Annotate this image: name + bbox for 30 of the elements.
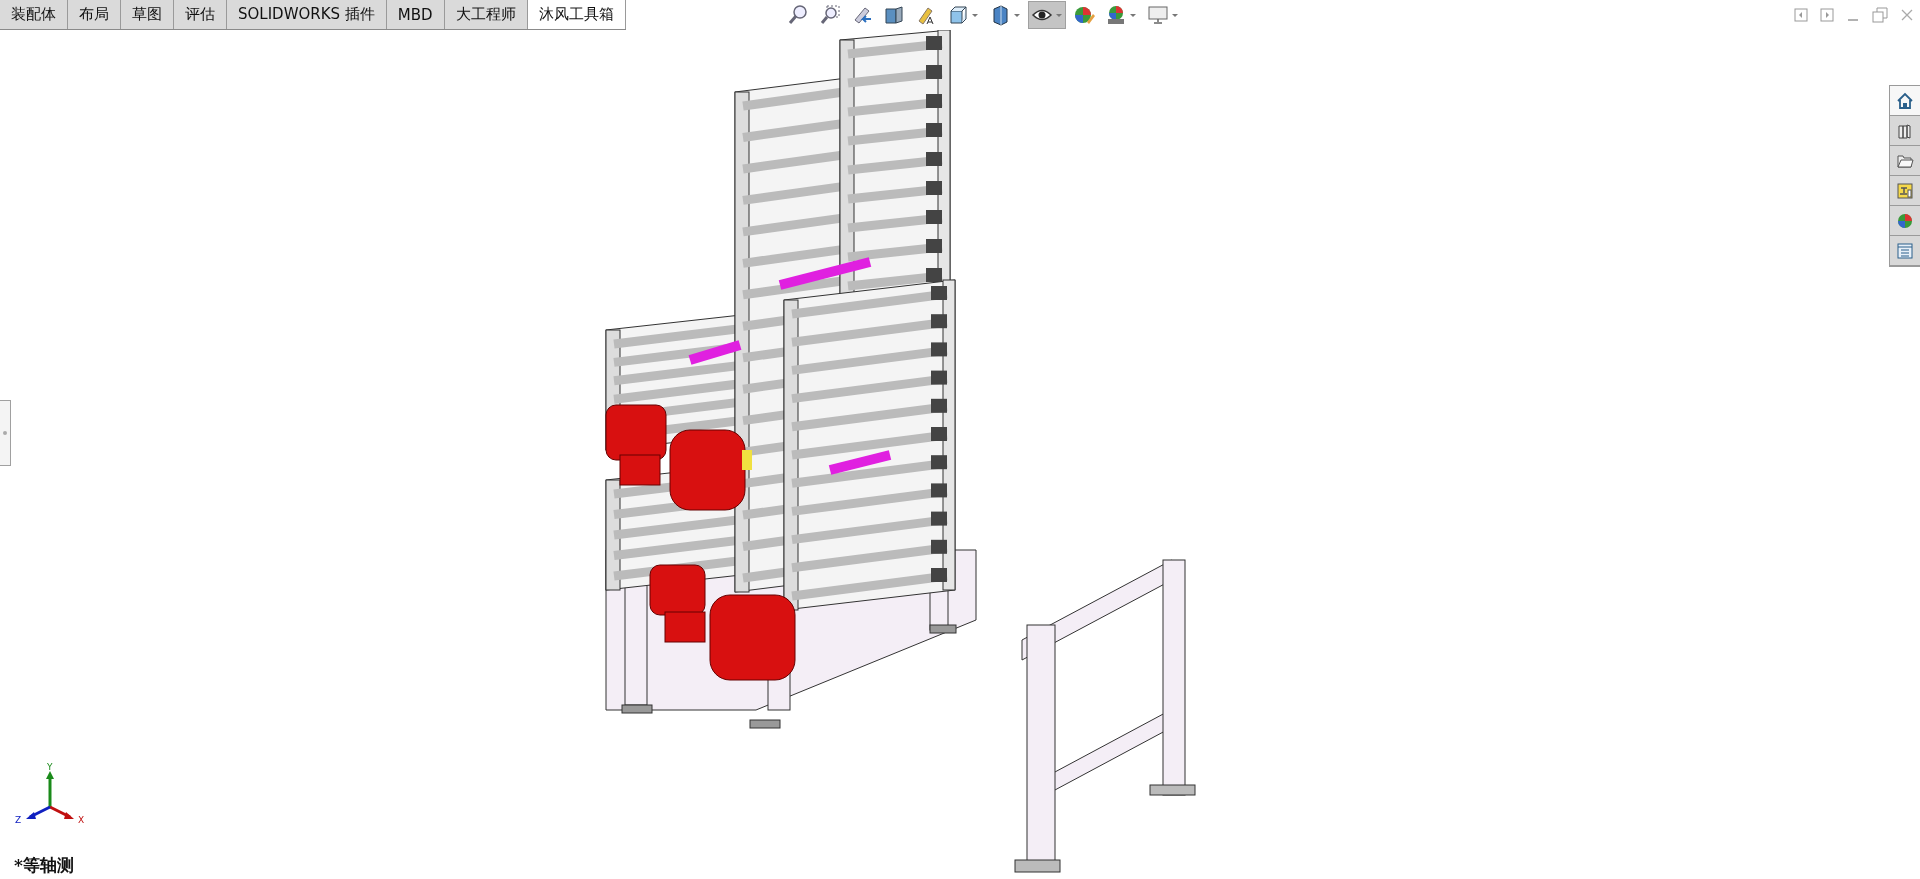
ribbon-tab[interactable]: 草图: [121, 0, 174, 29]
panel-left-icon[interactable]: [1794, 8, 1808, 22]
home-icon[interactable]: [1896, 91, 1914, 110]
ribbon-tab[interactable]: 布局: [68, 0, 121, 29]
ribbon-tab[interactable]: MBD: [386, 0, 445, 29]
ribbon-tab[interactable]: 评估: [174, 0, 227, 29]
books-icon[interactable]: [1896, 121, 1914, 140]
caret-icon[interactable]: [1054, 11, 1063, 19]
task-pane-tab[interactable]: [1890, 86, 1920, 116]
task-pane-tab[interactable]: [1890, 176, 1920, 206]
caret-icon[interactable]: [1170, 11, 1179, 19]
ribbon-tab[interactable]: 装配体: [0, 0, 68, 29]
close-icon[interactable]: [1900, 8, 1914, 22]
ribbon-tab[interactable]: 大工程师: [444, 0, 528, 29]
monitor-icon[interactable]: [1146, 4, 1169, 26]
ribbon-tab[interactable]: SOLIDWORKS 插件: [227, 0, 387, 29]
task-pane-tab[interactable]: [1890, 146, 1920, 176]
view-name-label: *等轴测: [14, 854, 74, 877]
panel-right-icon[interactable]: [1820, 8, 1834, 22]
color-ball-icon[interactable]: [1896, 211, 1914, 230]
task-pane-tab[interactable]: [1890, 206, 1920, 236]
axis-triad-drawing: Y Z X: [15, 763, 85, 825]
list-icon[interactable]: [1896, 241, 1914, 260]
task-pane-tab[interactable]: [1890, 116, 1920, 146]
caret-icon[interactable]: [1128, 11, 1137, 19]
caret-icon[interactable]: [1012, 11, 1021, 19]
view-palette-icon[interactable]: [1896, 181, 1914, 200]
side-panel-handle[interactable]: [0, 400, 11, 466]
toolbar-button[interactable]: [1027, 1, 1066, 29]
caret-icon[interactable]: [970, 11, 979, 19]
